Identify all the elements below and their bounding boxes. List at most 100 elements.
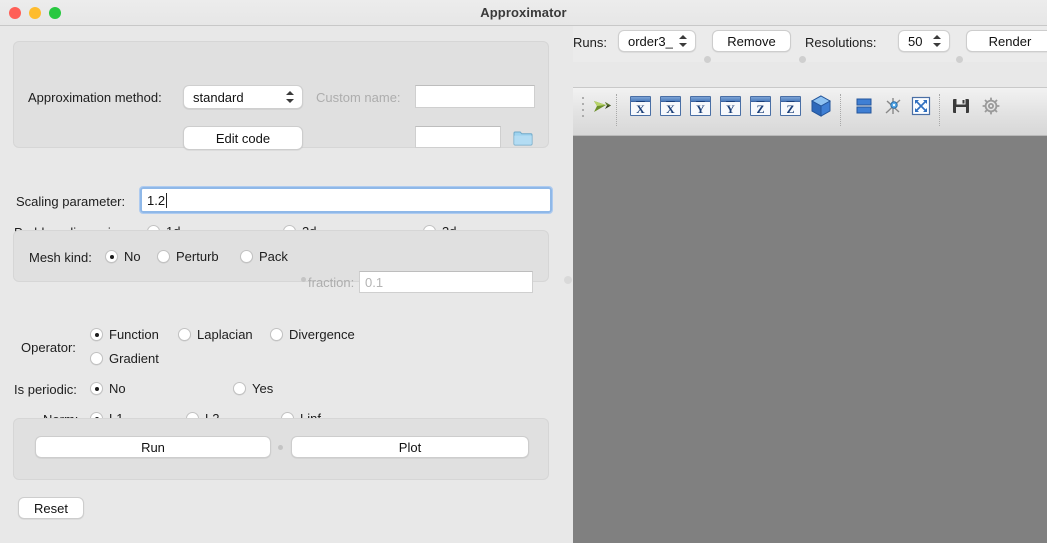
operator-radio-function[interactable]: Function [90, 327, 159, 342]
panel-splitter[interactable] [562, 26, 573, 543]
operator-radio-gradient[interactable]: Gradient [90, 351, 159, 366]
settings-gear-icon[interactable] [980, 95, 1002, 117]
settings-panel: Approximation method: standard Custom na… [0, 26, 562, 543]
scaling-parameter-value: 1.2 [147, 192, 166, 208]
chevron-updown-icon [932, 33, 943, 49]
axis-icon-letter: X [636, 102, 645, 116]
mesh-kind-label: Mesh kind: [29, 250, 92, 265]
view-pos-x-icon[interactable]: X [660, 96, 681, 116]
render-panel: Runs: order3_ Remove Resolutions: 50 Ren… [573, 26, 1047, 543]
axis-icon-letter: X [666, 102, 675, 116]
app-window: Approximator Approximation method: stand… [0, 0, 1047, 543]
runs-label: Runs: [573, 35, 607, 50]
approximation-method-value: standard [193, 89, 244, 105]
custom-name-label: Custom name: [316, 90, 401, 105]
radio-dot-icon [90, 328, 103, 341]
runs-select[interactable]: order3_ [618, 30, 696, 52]
is-periodic-option-label: Yes [252, 381, 274, 396]
split-view-icon[interactable] [853, 95, 875, 117]
window-title: Approximator [480, 5, 567, 20]
operator-option-label: Function [109, 327, 159, 342]
edit-code-label: Edit code [215, 130, 271, 146]
view-neg-y-icon[interactable]: Y [690, 96, 711, 116]
axis-icon-letter: Y [696, 102, 705, 116]
toolbar-drag-handle[interactable] [582, 97, 585, 117]
operator-radio-laplacian[interactable]: Laplacian [178, 327, 253, 342]
view-pos-z-icon[interactable]: Z [780, 96, 801, 116]
window-titlebar: Approximator [0, 0, 1047, 26]
chevron-updown-icon [678, 33, 689, 49]
resolutions-label: Resolutions: [805, 35, 877, 50]
isometric-cube-icon[interactable] [809, 94, 832, 117]
camera-view-icon[interactable] [591, 95, 613, 117]
fraction-label: fraction: [308, 275, 355, 290]
radio-dot-icon [233, 382, 246, 395]
edit-code-button[interactable]: Edit code [183, 126, 303, 150]
operator-option-label: Laplacian [197, 327, 253, 342]
mesh-kind-radio-no[interactable]: No [105, 249, 141, 264]
resolutions-select[interactable]: 50 [898, 30, 950, 52]
radio-dot-icon [105, 250, 118, 263]
center-axes-icon[interactable] [882, 95, 904, 117]
folder-icon[interactable] [513, 130, 533, 146]
radio-dot-icon [270, 328, 283, 341]
runs-toolbar: Runs: order3_ Remove Resolutions: 50 Ren… [573, 26, 1047, 62]
operator-option-label: Gradient [109, 351, 159, 366]
operator-radio-divergence[interactable]: Divergence [270, 327, 355, 342]
toolbar-dot-icon [956, 56, 963, 63]
save-screenshot-icon[interactable] [950, 95, 972, 117]
mesh-kind-option-label: No [124, 249, 141, 264]
axis-icon-letter: Z [786, 102, 795, 116]
mesh-kind-option-label: Pack [259, 249, 288, 264]
axis-icon-letter: Z [756, 102, 765, 116]
approximation-method-label: Approximation method: [28, 90, 162, 105]
scaling-parameter-input[interactable]: 1.2 [139, 186, 553, 214]
mesh-kind-radio-perturb[interactable]: Perturb [157, 249, 219, 264]
zoom-button[interactable] [49, 7, 61, 19]
minimize-button[interactable] [29, 7, 41, 19]
remove-label: Remove [727, 33, 776, 49]
resolutions-value: 50 [908, 33, 923, 49]
is-periodic-radio-yes[interactable]: Yes [233, 381, 273, 396]
remove-run-button[interactable]: Remove [712, 30, 791, 52]
fraction-placeholder: 0.1 [365, 274, 384, 290]
splitter-grip-icon[interactable] [563, 276, 572, 284]
run-label: Run [141, 439, 165, 455]
radio-dot-icon [90, 352, 103, 365]
view-pos-y-icon[interactable]: Y [720, 96, 741, 116]
radio-dot-icon [240, 250, 253, 263]
custom-name-input[interactable] [415, 85, 535, 108]
toolbar-divider [840, 94, 841, 126]
run-button[interactable]: Run [35, 436, 271, 458]
runs-value: order3_ [628, 33, 673, 49]
plot-button[interactable]: Plot [291, 436, 529, 458]
radio-dot-icon [178, 328, 191, 341]
approximation-method-select[interactable]: standard [183, 85, 303, 109]
axis-icon-letter: Y [726, 102, 735, 116]
reset-label: Reset [34, 500, 68, 516]
operator-option-label: Divergence [289, 327, 355, 342]
radio-dot-icon [90, 382, 103, 395]
render-button[interactable]: Render [966, 30, 1047, 52]
view-neg-z-icon[interactable]: Z [750, 96, 771, 116]
view-neg-x-icon[interactable]: X [630, 96, 651, 116]
is-periodic-radio-no[interactable]: No [90, 381, 126, 396]
fraction-bullet-icon [301, 277, 306, 282]
path-input[interactable] [415, 126, 501, 148]
radio-dot-icon [157, 250, 170, 263]
render-viewport[interactable] [573, 136, 1047, 543]
text-caret [166, 192, 168, 208]
reset-button[interactable]: Reset [18, 497, 84, 519]
toolbar-separator-strip [573, 56, 1047, 87]
is-periodic-label: Is periodic: [14, 382, 77, 397]
reset-camera-icon[interactable] [910, 95, 932, 117]
plot-label: Plot [398, 439, 422, 455]
close-button[interactable] [9, 7, 21, 19]
mesh-kind-option-label: Perturb [176, 249, 219, 264]
fraction-input[interactable]: 0.1 [359, 271, 533, 293]
toolbar-divider [616, 94, 617, 126]
mesh-kind-radio-pack[interactable]: Pack [240, 249, 288, 264]
scaling-parameter-label: Scaling parameter: [16, 194, 126, 209]
operator-label: Operator: [21, 340, 76, 355]
traffic-light-group [9, 7, 61, 19]
